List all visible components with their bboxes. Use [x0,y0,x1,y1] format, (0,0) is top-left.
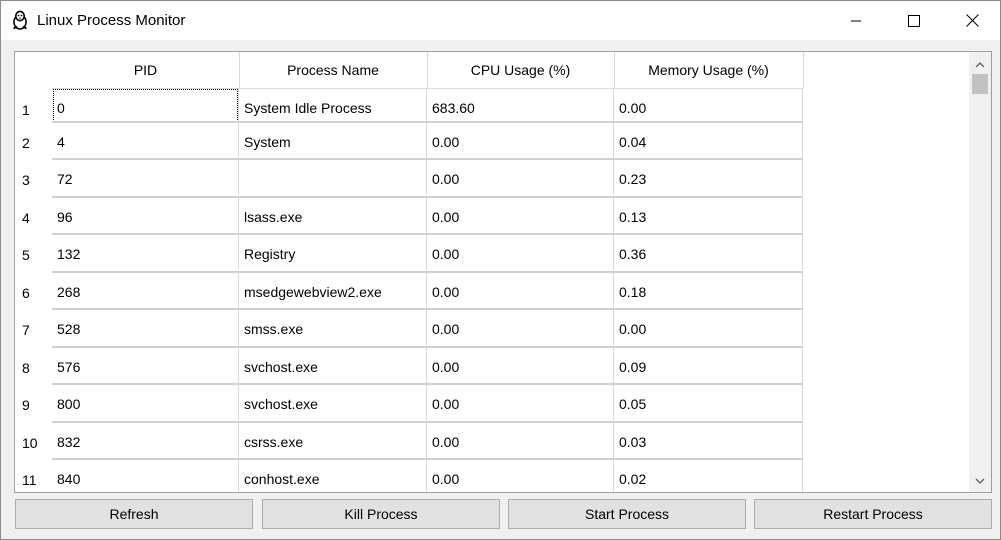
column-header-process-name[interactable]: Process Name [239,52,428,88]
table-row[interactable]: 5 132 Registry 0.00 0.36 [15,233,803,270]
pid-cell[interactable]: 528 [52,308,239,345]
process-name-cell[interactable]: msedgewebview2.exe [239,271,427,308]
row-number: 6 [15,271,52,308]
pid-cell[interactable]: 832 [52,421,239,458]
row-number: 4 [15,196,52,233]
restart-process-button[interactable]: Restart Process [754,499,992,529]
process-table[interactable]: PID Process Name CPU Usage (%) Memory Us… [14,51,992,493]
cpu-usage-cell[interactable]: 0.00 [427,346,614,383]
kill-process-button[interactable]: Kill Process [262,499,500,529]
memory-usage-cell[interactable]: 0.18 [614,271,803,308]
table-header: PID Process Name CPU Usage (%) Memory Us… [15,52,969,88]
vertical-scrollbar[interactable] [969,52,991,492]
cpu-usage-cell[interactable]: 0.00 [427,233,614,270]
process-name-cell[interactable]: csrss.exe [239,421,427,458]
pid-cell[interactable]: 132 [52,233,239,270]
memory-usage-cell[interactable]: 0.36 [614,233,803,270]
process-name-cell[interactable] [239,158,427,195]
cpu-usage-cell[interactable]: 0.00 [427,383,614,420]
row-number-header [15,52,52,88]
process-name-cell[interactable]: smss.exe [239,308,427,345]
process-name-cell[interactable]: Registry [239,233,427,270]
cpu-usage-cell[interactable]: 683.60 [427,88,614,125]
process-name-cell[interactable]: svchost.exe [239,346,427,383]
row-number: 8 [15,346,52,383]
action-button-bar: Refresh Kill Process Start Process Resta… [1,499,1001,529]
memory-usage-cell[interactable]: 0.09 [614,346,803,383]
cpu-usage-cell[interactable]: 0.00 [427,308,614,345]
pid-cell[interactable]: 4 [52,121,239,158]
row-number: 1 [15,88,52,125]
table-row[interactable]: 1 0 System Idle Process 683.60 0.00 [15,88,803,125]
pid-cell[interactable]: 576 [52,346,239,383]
start-process-button[interactable]: Start Process [508,499,746,529]
close-button[interactable] [943,1,1001,40]
row-number: 3 [15,158,52,195]
memory-usage-cell[interactable]: 0.00 [614,308,803,345]
row-number: 5 [15,233,52,270]
cpu-usage-cell[interactable]: 0.00 [427,158,614,195]
memory-usage-cell[interactable]: 0.05 [614,383,803,420]
process-name-cell[interactable]: svchost.exe [239,383,427,420]
table-row[interactable]: 3 72 0.00 0.23 [15,158,803,195]
minimize-button[interactable] [827,1,885,40]
close-icon [965,14,979,27]
title-bar[interactable]: Linux Process Monitor [1,1,1000,40]
memory-usage-cell[interactable]: 0.00 [614,88,803,125]
table-row[interactable]: 6 268 msedgewebview2.exe 0.00 0.18 [15,271,803,308]
process-name-cell[interactable]: lsass.exe [239,196,427,233]
table-row[interactable]: 2 4 System 0.00 0.04 [15,121,803,158]
table-grid: PID Process Name CPU Usage (%) Memory Us… [15,52,969,492]
memory-usage-cell[interactable]: 0.04 [614,121,803,158]
cpu-usage-cell[interactable]: 0.00 [427,458,614,492]
cpu-usage-cell[interactable]: 0.00 [427,196,614,233]
memory-usage-cell[interactable]: 0.03 [614,421,803,458]
process-name-cell[interactable]: System [239,121,427,158]
pid-cell[interactable]: 96 [52,196,239,233]
column-header-memory-usage[interactable]: Memory Usage (%) [614,52,804,88]
row-number: 9 [15,383,52,420]
table-row[interactable]: 7 528 smss.exe 0.00 0.00 [15,308,803,345]
table-row[interactable]: 11 840 conhost.exe 0.00 0.02 [15,458,803,492]
cpu-usage-cell[interactable]: 0.00 [427,121,614,158]
chevron-down-icon [975,472,985,488]
memory-usage-cell[interactable]: 0.02 [614,458,803,492]
pid-cell[interactable]: 840 [52,458,239,492]
cpu-usage-cell[interactable]: 0.00 [427,271,614,308]
maximize-icon [908,14,920,27]
pid-cell[interactable]: 72 [52,158,239,195]
pid-cell[interactable]: 268 [52,271,239,308]
scrollbar-thumb[interactable] [972,74,988,94]
minimize-icon [850,15,862,27]
refresh-button[interactable]: Refresh [15,499,253,529]
cpu-usage-cell[interactable]: 0.00 [427,421,614,458]
process-name-cell[interactable]: conhost.exe [239,458,427,492]
scroll-down-button[interactable] [969,470,991,490]
maximize-button[interactable] [885,1,943,40]
row-number: 2 [15,121,52,158]
window-title: Linux Process Monitor [37,12,186,29]
memory-usage-cell[interactable]: 0.23 [614,158,803,195]
row-number: 11 [15,458,52,492]
table-row[interactable]: 10 832 csrss.exe 0.00 0.03 [15,421,803,458]
column-header-pid[interactable]: PID [52,52,240,88]
table-row[interactable]: 4 96 lsass.exe 0.00 0.13 [15,196,803,233]
table-row[interactable]: 8 576 svchost.exe 0.00 0.09 [15,346,803,383]
column-header-cpu-usage[interactable]: CPU Usage (%) [427,52,615,88]
scroll-up-button[interactable] [969,54,991,74]
main-window: Linux Process Monitor PID Process Name C… [0,0,1001,540]
process-name-cell[interactable]: System Idle Process [239,88,427,125]
table-row[interactable]: 9 800 svchost.exe 0.00 0.05 [15,383,803,420]
memory-usage-cell[interactable]: 0.13 [614,196,803,233]
linux-penguin-icon [11,10,29,30]
pid-cell[interactable]: 0 [52,88,239,125]
chevron-up-icon [975,56,985,72]
row-number: 7 [15,308,52,345]
row-number: 10 [15,421,52,458]
pid-cell[interactable]: 800 [52,383,239,420]
